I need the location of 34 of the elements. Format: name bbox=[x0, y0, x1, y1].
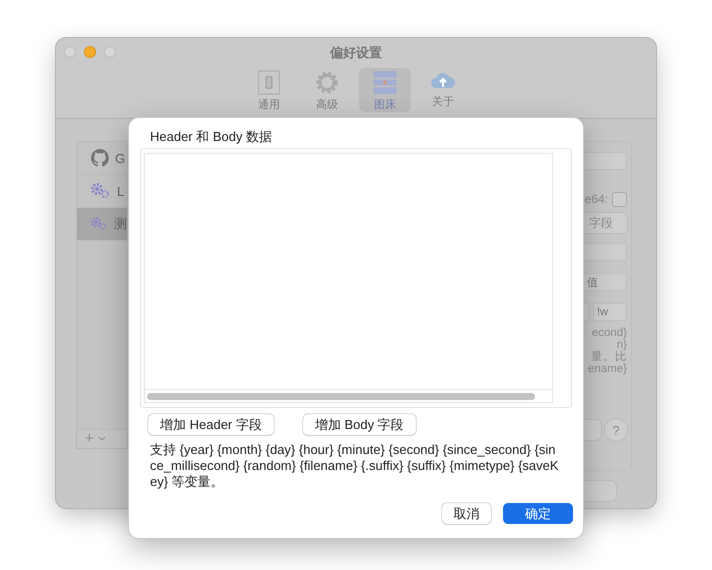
close-button[interactable] bbox=[64, 46, 76, 58]
hint-text: 支持 {year} {month} {day} {hour} {minute} {second} {since_second} {since_millisecond} {random} {filename} {.suffix} {suffix} {mimetype} {saveKey} 等变量。 bbox=[150, 442, 560, 490]
minimize-button[interactable] bbox=[84, 46, 96, 58]
window-title: 偏好设置 bbox=[330, 44, 382, 62]
help-button[interactable]: ? bbox=[605, 419, 627, 441]
checkbox[interactable] bbox=[612, 192, 627, 207]
sheet-title: Header 和 Body 数据 bbox=[150, 128, 274, 145]
checkbox-label: e64: bbox=[584, 192, 608, 207]
switch-icon bbox=[257, 70, 281, 95]
add-field-button[interactable]: 增加 Body 字段 bbox=[302, 414, 416, 435]
item-label: G bbox=[115, 150, 126, 166]
hint-text: econd} bbox=[592, 327, 627, 339]
scroll-thumb[interactable] bbox=[147, 392, 535, 400]
cancel-button[interactable]: 取消 bbox=[442, 503, 491, 524]
zoom-button[interactable] bbox=[104, 46, 116, 58]
confirm-button[interactable]: 确定 bbox=[503, 503, 573, 524]
gears-icon bbox=[91, 183, 111, 199]
hint-text: 量。比 bbox=[591, 351, 627, 363]
toolbar-tab[interactable]: 高级 bbox=[301, 68, 353, 112]
horizontal-scrollbar[interactable] bbox=[144, 390, 553, 403]
toolbar-tab[interactable]: 关于 bbox=[417, 68, 469, 112]
item-label: L bbox=[117, 184, 124, 198]
value-field[interactable]: !w bbox=[593, 303, 627, 321]
chevron-down-icon bbox=[98, 436, 106, 442]
add-field-button[interactable]: 增加 Header 字段 bbox=[148, 414, 274, 435]
gears-icon bbox=[91, 216, 108, 232]
sidebar-item[interactable]: 测 bbox=[77, 208, 127, 241]
github-icon bbox=[91, 149, 109, 167]
toolbar-tab[interactable]: 通用 bbox=[243, 68, 295, 112]
server-icon bbox=[372, 70, 398, 95]
hint-text: ename} bbox=[588, 363, 627, 375]
item-label: 测 bbox=[114, 215, 127, 233]
toolbar-tab[interactable]: 图床 bbox=[359, 68, 411, 112]
hint-text: n} bbox=[616, 339, 627, 351]
